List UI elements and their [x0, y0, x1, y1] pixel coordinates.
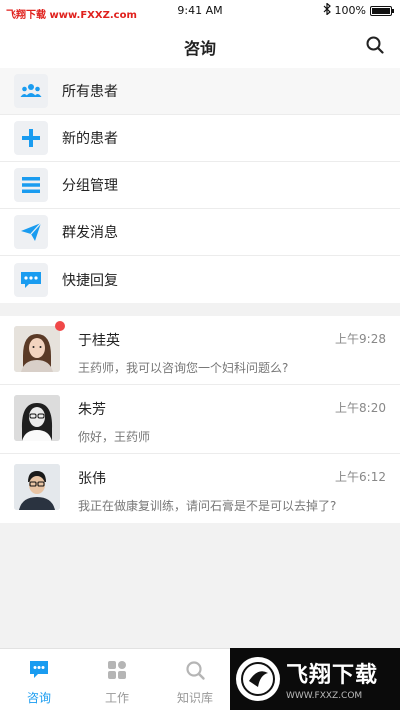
conversation-item[interactable]: 张伟 我正在做康复训练，请问石膏是不是可以去掉了? 上午6:12 — [0, 454, 400, 523]
menu-item-quick-reply[interactable]: 快捷回复 — [0, 256, 400, 303]
page-title: 咨询 — [183, 39, 216, 58]
plus-icon — [14, 121, 48, 155]
menu-label: 分组管理 — [62, 178, 118, 194]
list-icon — [14, 168, 48, 202]
tab-knowledge-base[interactable]: 知识库 — [156, 649, 234, 710]
status-right: 100% — [323, 2, 394, 18]
tab-label: 工作 — [104, 691, 129, 705]
chat-dots-icon — [14, 262, 48, 297]
group-icon — [14, 74, 48, 108]
message-preview: 你好，王药师 — [78, 430, 151, 444]
grid-icon — [106, 659, 128, 685]
unread-badge — [55, 321, 65, 331]
chat-icon — [28, 659, 50, 685]
menu-label: 新的患者 — [62, 131, 118, 147]
battery-icon — [370, 5, 394, 16]
message-time: 上午8:20 — [335, 401, 386, 415]
avatar — [14, 321, 65, 372]
tab-work[interactable]: 工作 — [78, 649, 156, 710]
menu-label: 群发消息 — [62, 225, 118, 241]
message-preview: 王药师，我可以咨询您一个妇科问题么? — [78, 361, 289, 375]
tab-label: 咨询 — [26, 691, 51, 705]
menu-label: 快捷回复 — [62, 272, 118, 289]
tab-consult[interactable]: 咨询 — [0, 649, 78, 710]
conversation-item[interactable]: 于桂英 王药师，我可以咨询您一个妇科问题么? 上午9:28 — [0, 316, 400, 385]
menu-item-all-patients[interactable]: 所有患者 — [0, 68, 400, 115]
status-bar: 飞翔下载 www.FXXZ.com 9:41 AM 100% — [0, 0, 400, 22]
message-preview: 我正在做康复训练，请问石膏是不是可以去掉了? — [78, 499, 337, 513]
menu-item-broadcast-message[interactable]: 群发消息 — [0, 209, 400, 256]
menu-label: 所有患者 — [62, 84, 118, 100]
patient-menu: 所有患者 新的患者 分组管理 群发消息 快捷回复 — [0, 68, 400, 303]
message-time: 上午9:28 — [335, 332, 386, 346]
battery-fill — [372, 7, 390, 14]
tab-label: 知识库 — [176, 691, 213, 705]
watermark-logo-icon — [236, 657, 280, 701]
conversation-list: 于桂英 王药师，我可以咨询您一个妇科问题么? 上午9:28 朱芳 你好，王药师 … — [0, 316, 400, 523]
send-icon — [14, 215, 48, 249]
nav-bar: 咨询 — [0, 22, 400, 68]
conversation-item[interactable]: 朱芳 你好，王药师 上午8:20 — [0, 385, 400, 454]
search-icon — [184, 659, 206, 685]
menu-item-group-management[interactable]: 分组管理 — [0, 162, 400, 209]
bluetooth-icon — [323, 2, 331, 18]
avatar — [14, 464, 60, 510]
avatar — [14, 395, 60, 441]
watermark-badge: 飞翔下载 WWW.FXXZ.COM — [230, 648, 400, 710]
search-icon[interactable] — [364, 34, 386, 56]
battery-percent: 100% — [334, 4, 366, 17]
watermark-url: WWW.FXXZ.COM — [286, 691, 363, 701]
menu-item-new-patients[interactable]: 新的患者 — [0, 115, 400, 162]
message-time: 上午6:12 — [335, 470, 386, 484]
watermark-title: 飞翔下载 — [286, 663, 379, 688]
